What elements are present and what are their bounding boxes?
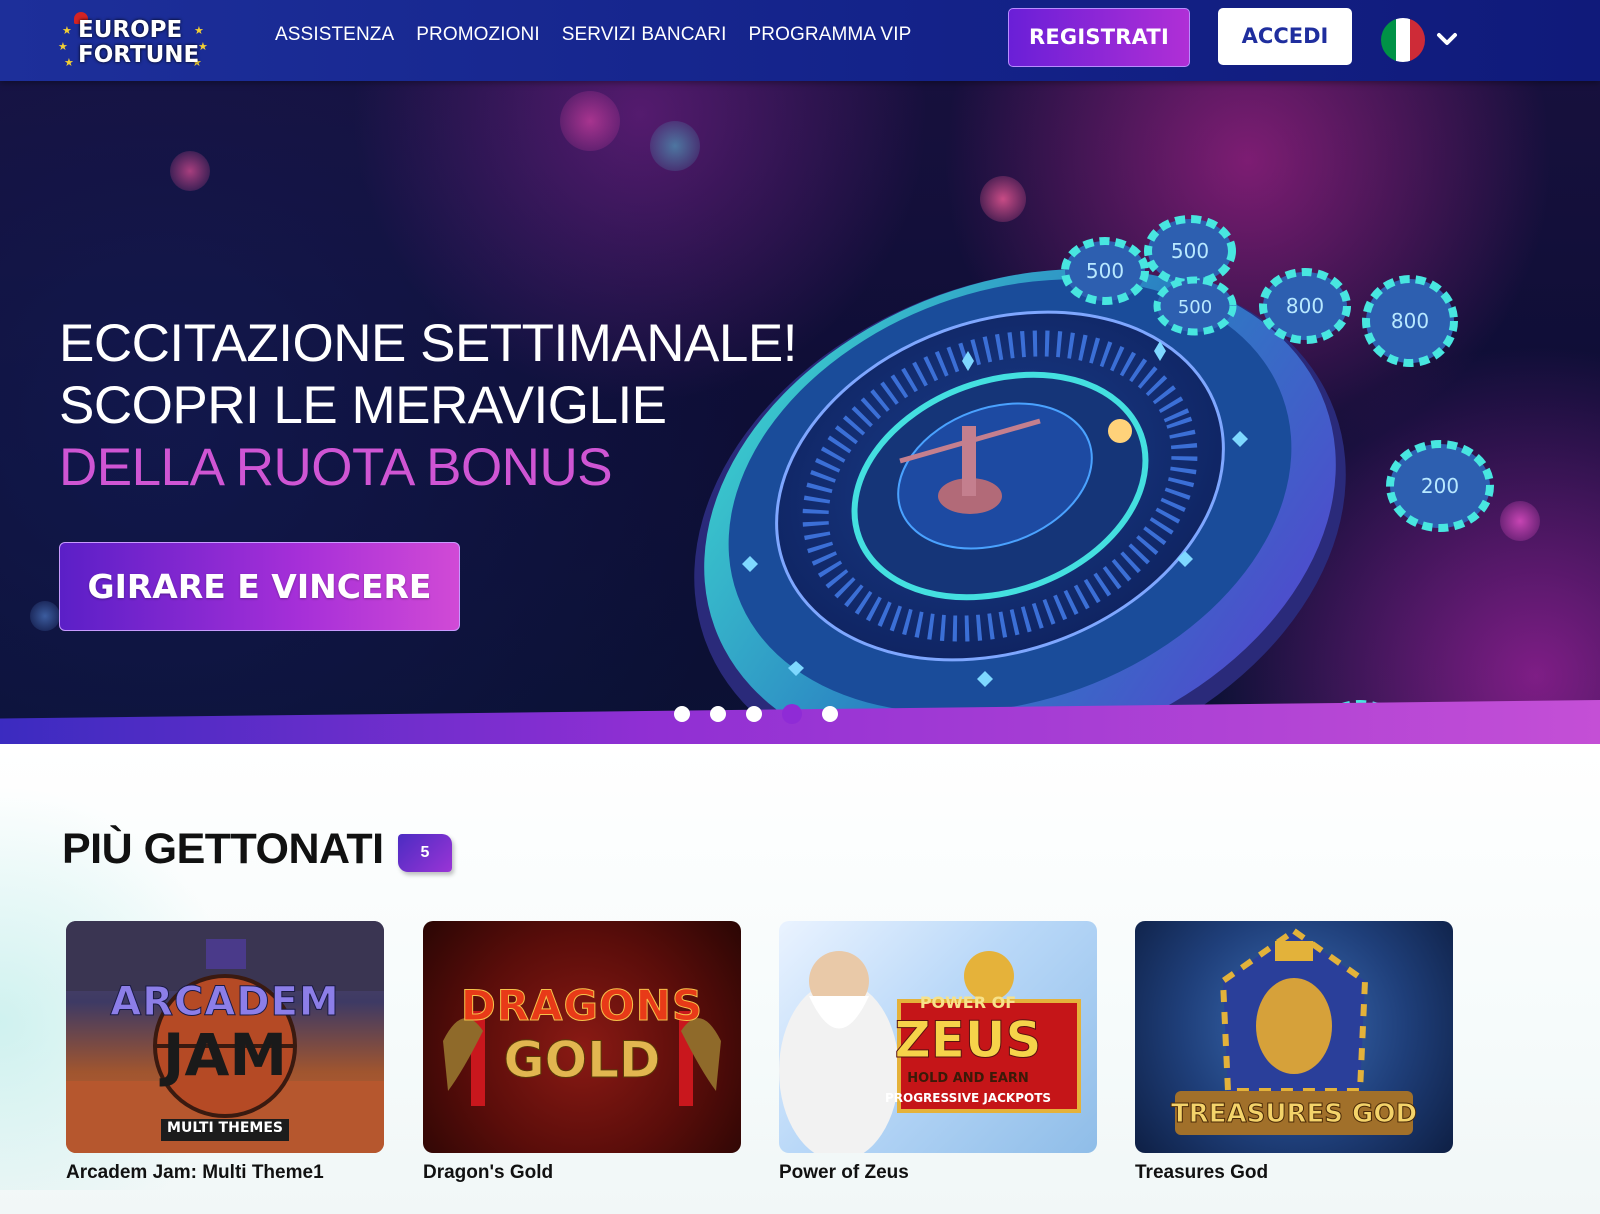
flag-stripe-green	[1381, 18, 1396, 62]
chevron-down-icon[interactable]	[1436, 28, 1458, 50]
carousel-dot-5[interactable]	[822, 706, 838, 722]
bokeh-light	[170, 151, 210, 191]
carousel-dot-3[interactable]	[746, 706, 762, 722]
carousel-dot-1[interactable]	[674, 706, 690, 722]
spin-and-win-button[interactable]: GIRARE E VINCERE	[59, 542, 460, 631]
game-logo-top: DRAGONS	[460, 981, 704, 1031]
game-title[interactable]: Arcadem Jam: Multi Theme1	[66, 1162, 384, 1184]
casino-chip-icon: 200	[1386, 440, 1494, 532]
site-logo[interactable]: ★ ★ ★ ★ ★ ★ EUROPE FORTUNE	[58, 12, 210, 70]
game-logo-sub-2: PROGRESSIVE JACKPOTS	[884, 1091, 1052, 1105]
casino-chip-icon: 800	[1362, 275, 1458, 367]
star-icon: ★	[58, 41, 68, 53]
nav-programma-vip[interactable]: PROGRAMMA VIP	[749, 24, 912, 46]
game-logo-sub: HOLD AND EARN	[907, 1071, 1029, 1086]
login-button[interactable]: ACCEDI	[1218, 8, 1352, 65]
bokeh-light	[560, 91, 620, 151]
nav-servizi-bancari[interactable]: SERVIZI BANCARI	[562, 24, 727, 46]
casino-chip-icon: 800	[1259, 268, 1351, 344]
hero-title: ECCITAZIONE SETTIMANALE! SCOPRI LE MERAV…	[59, 313, 797, 499]
nav-assistenza[interactable]: ASSISTENZA	[275, 24, 394, 46]
game-thumbnail[interactable]: POWER OF ZEUS HOLD AND EARN PROGRESSIVE …	[779, 921, 1097, 1153]
game-logo-top: POWER OF	[919, 993, 1017, 1012]
game-title[interactable]: Dragon's Gold	[423, 1162, 741, 1184]
carousel-dots	[674, 704, 858, 724]
game-thumbnail[interactable]: ARCADEM JAM MULTI THEMES	[66, 921, 384, 1153]
bokeh-light	[650, 121, 700, 171]
game-logo-main: TREASURES GOD	[1170, 1099, 1418, 1130]
bokeh-light	[30, 601, 60, 631]
game-title[interactable]: Power of Zeus	[779, 1162, 1097, 1184]
logo-line-2: FORTUNE	[78, 42, 200, 68]
game-thumbnail[interactable]: DRAGONS GOLD	[423, 921, 741, 1153]
game-logo-top: ARCADEM	[110, 979, 340, 1026]
game-logo-main: JAM	[162, 1021, 288, 1089]
star-icon: ★	[64, 57, 74, 69]
svg-text:500: 500	[1178, 297, 1212, 318]
star-icon: ★	[62, 25, 72, 37]
svg-text:500: 500	[1086, 259, 1124, 283]
language-flag-icon[interactable]	[1381, 18, 1425, 62]
game-card-treasures-god[interactable]: TREASURES GOD Treasures God	[1135, 921, 1453, 1184]
game-thumbnail[interactable]: TREASURES GOD	[1135, 921, 1453, 1153]
register-button[interactable]: REGISTRATI	[1008, 8, 1190, 67]
hero-title-line-1: ECCITAZIONE SETTIMANALE!	[59, 314, 797, 373]
svg-text:800: 800	[1286, 294, 1324, 318]
section-title: PIÙ GETTONATI	[62, 825, 384, 873]
casino-chip-icon: 500	[1153, 276, 1237, 336]
svg-text:800: 800	[1391, 309, 1429, 333]
nav-promozioni[interactable]: PROMOZIONI	[416, 24, 539, 46]
svg-text:200: 200	[1421, 474, 1459, 498]
carousel-dot-2[interactable]	[710, 706, 726, 722]
svg-text:500: 500	[1171, 239, 1209, 263]
main-nav: ASSISTENZA PROMOZIONI SERVIZI BANCARI PR…	[275, 24, 933, 46]
hero-title-line-2: SCOPRI LE MERAVIGLIE	[59, 376, 667, 435]
game-logo-sub: MULTI THEMES	[167, 1120, 283, 1136]
star-icon: ★	[198, 41, 208, 53]
games-count-badge: 5	[398, 834, 452, 872]
site-header: ★ ★ ★ ★ ★ ★ EUROPE FORTUNE ASSISTENZA PR…	[0, 0, 1600, 81]
hero-banner: 500 500 500 800 800 200 200 ECCITAZIONE …	[0, 81, 1600, 742]
game-logo-main: GOLD	[503, 1031, 661, 1090]
game-card-power-of-zeus[interactable]: POWER OF ZEUS HOLD AND EARN PROGRESSIVE …	[779, 921, 1097, 1184]
game-card-arcadem-jam[interactable]: ARCADEM JAM MULTI THEMES Arcadem Jam: Mu…	[66, 921, 384, 1184]
logo-line-1: EUROPE	[78, 17, 183, 43]
flag-stripe-red	[1410, 18, 1425, 62]
hero-title-line-3: DELLA RUOTA BONUS	[59, 438, 613, 497]
carousel-dot-4[interactable]	[782, 704, 802, 724]
game-title[interactable]: Treasures God	[1135, 1162, 1453, 1184]
game-logo-main: ZEUS	[894, 1011, 1042, 1070]
casino-chip-icon: 500	[1144, 215, 1236, 287]
star-icon: ★	[194, 25, 204, 37]
casino-chip-icon: 500	[1061, 237, 1149, 305]
flag-stripe-white	[1395, 18, 1411, 62]
game-card-dragons-gold[interactable]: DRAGONS GOLD Dragon's Gold	[423, 921, 741, 1184]
